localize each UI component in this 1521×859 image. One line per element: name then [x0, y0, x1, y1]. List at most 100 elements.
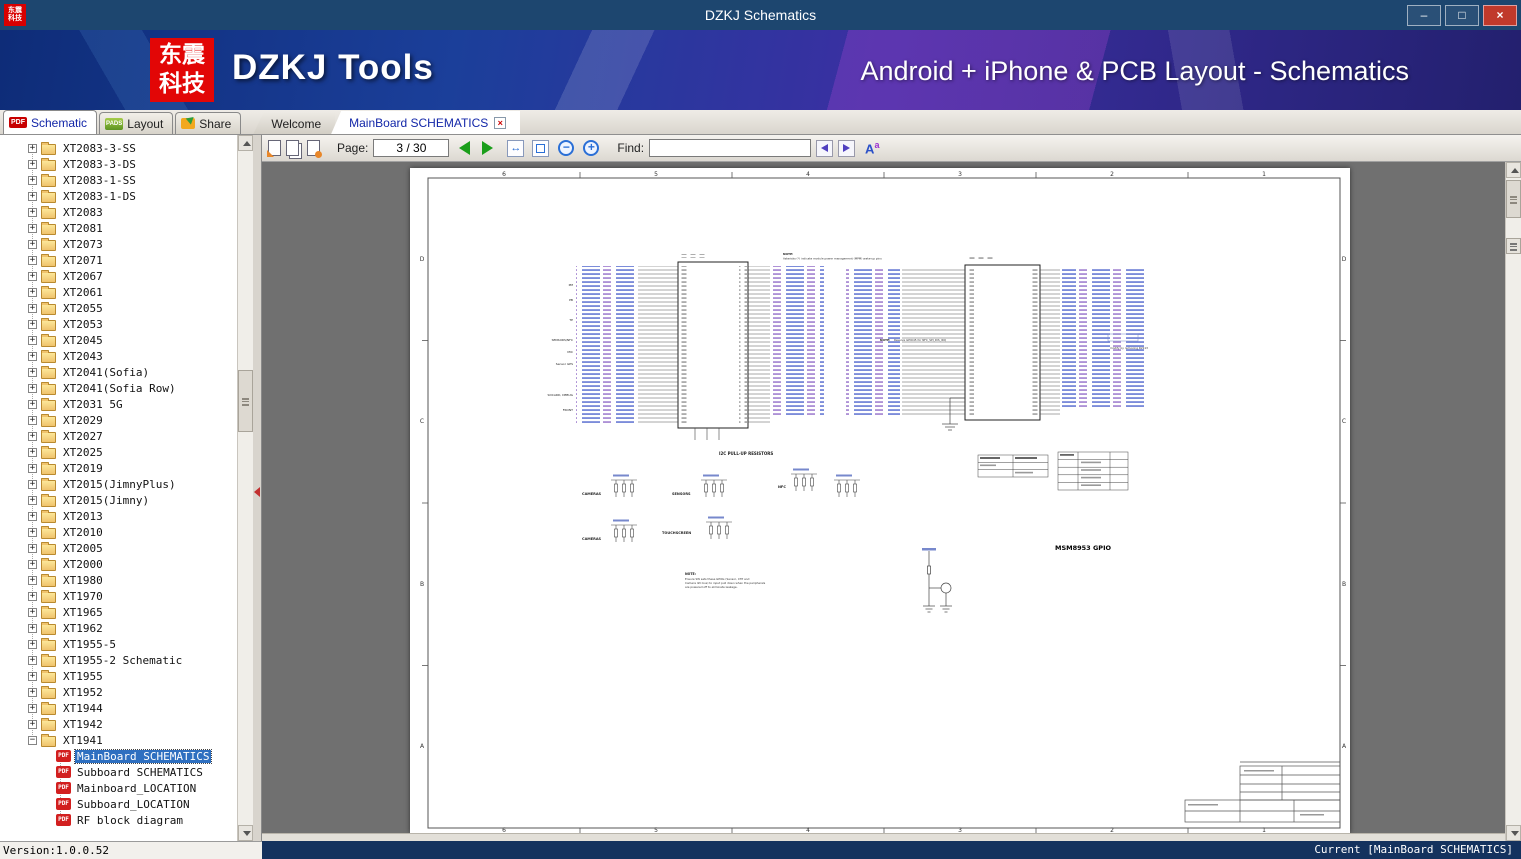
facing-view-icon[interactable] — [307, 140, 322, 158]
expand-icon[interactable]: + — [28, 319, 37, 329]
folder-item[interactable]: + XT2013 — [0, 508, 237, 524]
expand-icon[interactable]: + — [28, 191, 37, 201]
viewer-scrollbar-grip[interactable] — [1506, 238, 1521, 254]
document-item[interactable]: PDF Subboard SCHEMATICS — [0, 764, 237, 780]
folder-item[interactable]: + XT1942 — [0, 716, 237, 732]
folder-item[interactable]: + XT1955 — [0, 668, 237, 684]
folder-item[interactable]: + XT1980 — [0, 572, 237, 588]
document-item[interactable]: PDF Subboard_LOCATION — [0, 796, 237, 812]
folder-item[interactable]: + XT2027 — [0, 428, 237, 444]
folder-item[interactable]: + XT2061 — [0, 284, 237, 300]
folder-item[interactable]: + XT1970 — [0, 588, 237, 604]
expand-icon[interactable]: + — [28, 719, 37, 729]
folder-item[interactable]: + XT2055 — [0, 300, 237, 316]
folder-item[interactable]: + XT1965 — [0, 604, 237, 620]
scrollbar-thumb[interactable] — [238, 370, 253, 432]
folder-item[interactable]: + XT2041(Sofia Row) — [0, 380, 237, 396]
close-button[interactable]: × — [1483, 4, 1517, 26]
folder-item[interactable]: + XT2081 — [0, 220, 237, 236]
tab-schematic[interactable]: PDF Schematic — [3, 110, 98, 134]
folder-item[interactable]: + XT2041(Sofia) — [0, 364, 237, 380]
folder-item[interactable]: + XT2015(JimnyPlus) — [0, 476, 237, 492]
expand-icon[interactable]: + — [28, 399, 37, 409]
document-item[interactable]: PDF RF block diagram — [0, 812, 237, 828]
single-page-view-icon[interactable] — [267, 140, 281, 157]
expand-icon[interactable]: + — [28, 447, 37, 457]
schematic-page[interactable]: 6 5 4 3 2 1 6 5 4 3 2 1 D C B A D C B A … — [410, 168, 1350, 833]
viewer-horizontal-scrollbar[interactable] — [262, 833, 1505, 841]
find-next-button[interactable] — [838, 139, 856, 157]
scroll-up-button[interactable] — [238, 135, 253, 151]
folder-item[interactable]: + XT2083-1-DS — [0, 188, 237, 204]
expand-icon[interactable]: + — [28, 207, 37, 217]
text-size-button[interactable]: Aa — [865, 140, 879, 156]
folder-item[interactable]: + XT2045 — [0, 332, 237, 348]
expand-icon[interactable]: + — [28, 463, 37, 473]
folder-item[interactable]: + XT2019 — [0, 460, 237, 476]
expand-icon[interactable]: + — [28, 511, 37, 521]
expand-icon[interactable]: + — [28, 623, 37, 633]
expand-icon[interactable]: + — [28, 143, 37, 153]
folder-item[interactable]: + XT2083-3-DS — [0, 156, 237, 172]
find-prev-button[interactable] — [816, 139, 834, 157]
expand-icon[interactable]: + — [28, 351, 37, 361]
folder-item[interactable]: + XT2010 — [0, 524, 237, 540]
expand-icon[interactable]: + — [28, 383, 37, 393]
viewer-scroll-down-button[interactable] — [1506, 825, 1521, 841]
document-item[interactable]: PDF Mainboard_LOCATION — [0, 780, 237, 796]
minimize-button[interactable]: – — [1407, 4, 1441, 26]
folder-item[interactable]: + XT2015(Jimny) — [0, 492, 237, 508]
folder-item[interactable]: + XT2073 — [0, 236, 237, 252]
fit-width-button[interactable]: ↔ — [507, 139, 525, 157]
folder-item[interactable]: + XT1962 — [0, 620, 237, 636]
folder-item[interactable]: + XT1952 — [0, 684, 237, 700]
doc-tab-welcome[interactable]: Welcome — [253, 113, 336, 134]
expand-icon[interactable]: + — [28, 543, 37, 553]
folder-item[interactable]: + XT1955-5 — [0, 636, 237, 652]
prev-page-button[interactable] — [459, 141, 471, 155]
document-item-selected[interactable]: PDF MainBoard SCHEMATICS — [0, 748, 237, 764]
folder-item[interactable]: + XT2025 — [0, 444, 237, 460]
expand-icon[interactable]: + — [28, 271, 37, 281]
expand-icon[interactable]: + — [28, 479, 37, 489]
sidebar-splitter[interactable] — [253, 135, 261, 841]
expand-icon[interactable]: + — [28, 335, 37, 345]
expand-icon[interactable]: + — [28, 431, 37, 441]
folder-item[interactable]: + XT2005 — [0, 540, 237, 556]
continuous-view-icon[interactable] — [286, 140, 299, 156]
expand-icon[interactable]: + — [28, 607, 37, 617]
expand-icon[interactable]: + — [28, 527, 37, 537]
folder-item-expanded[interactable]: − XT1941 — [0, 732, 237, 748]
expand-icon[interactable]: + — [28, 303, 37, 313]
folder-item[interactable]: + XT2067 — [0, 268, 237, 284]
expand-icon[interactable]: + — [28, 159, 37, 169]
expand-icon[interactable]: + — [28, 255, 37, 265]
folder-item[interactable]: + XT2031 5G — [0, 396, 237, 412]
expand-icon[interactable]: + — [28, 495, 37, 505]
scrollbar-track[interactable] — [238, 151, 253, 825]
page-number-input[interactable] — [373, 139, 450, 157]
find-input[interactable] — [649, 139, 812, 157]
expand-icon[interactable]: + — [28, 223, 37, 233]
doc-tab-mainboard-schematics[interactable]: MainBoard SCHEMATICS × — [331, 111, 521, 134]
folder-item[interactable]: + XT2083 — [0, 204, 237, 220]
expand-icon[interactable]: + — [28, 687, 37, 697]
expand-icon[interactable]: + — [28, 175, 37, 185]
folder-item[interactable]: + XT2053 — [0, 316, 237, 332]
folder-item[interactable]: + XT2083-1-SS — [0, 172, 237, 188]
expand-icon[interactable]: + — [28, 655, 37, 665]
next-page-button[interactable] — [482, 141, 494, 155]
expand-icon[interactable]: + — [28, 639, 37, 649]
pdf-viewer[interactable]: 6 5 4 3 2 1 6 5 4 3 2 1 D C B A D C B A … — [262, 162, 1521, 841]
doc-tab-close-icon[interactable]: × — [494, 116, 507, 129]
viewer-scroll-up-button[interactable] — [1506, 162, 1521, 178]
sidebar-scrollbar[interactable] — [237, 135, 253, 841]
viewer-scrollbar[interactable] — [1505, 162, 1521, 841]
expand-icon[interactable]: + — [28, 559, 37, 569]
folder-item[interactable]: + XT2083-3-SS — [0, 140, 237, 156]
folder-item[interactable]: + XT1944 — [0, 700, 237, 716]
tab-layout[interactable]: PADS Layout — [99, 112, 174, 134]
scroll-down-button[interactable] — [238, 825, 253, 841]
expand-icon[interactable]: + — [28, 415, 37, 425]
folder-item[interactable]: + XT2029 — [0, 412, 237, 428]
